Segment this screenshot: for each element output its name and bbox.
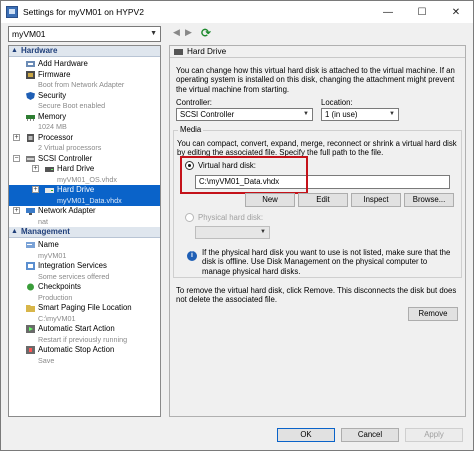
hard-drive-icon (45, 167, 54, 172)
location-select[interactable]: 1 (in use) ▼ (321, 108, 399, 121)
close-button[interactable]: ✕ (439, 1, 473, 23)
window-controls: — ☐ ✕ (371, 1, 473, 23)
refresh-icon[interactable]: ⟳ (201, 26, 214, 40)
tree-item-security[interactable]: Security Secure Boot enabled (9, 91, 160, 112)
tree-item-hard-drive-data[interactable]: + Hard Drive myVM01_Data.vhdx (9, 185, 160, 206)
back-arrow-icon[interactable]: ◀ (173, 27, 180, 38)
add-hardware-icon (26, 61, 35, 67)
controller-label: Controller: (176, 98, 212, 107)
shield-icon (26, 91, 35, 100)
hard-drive-settings-panel: Hard Drive You can change how this virtu… (169, 45, 466, 417)
remove-button[interactable]: Remove (408, 307, 458, 321)
automatic-start-icon (26, 325, 35, 333)
browse-button[interactable]: Browse... (404, 193, 454, 207)
tree-item-automatic-start[interactable]: Automatic Start Action Restart if previo… (9, 324, 160, 345)
apply-button[interactable]: Apply (405, 428, 463, 442)
chevron-down-icon: ▼ (260, 229, 266, 235)
automatic-stop-icon (26, 346, 35, 354)
media-group-title: Media (178, 125, 204, 134)
physical-hard-disk-radio[interactable] (185, 213, 194, 222)
tree-item-processor[interactable]: + Processor 2 Virtual processors (9, 133, 160, 154)
integration-services-icon (26, 262, 35, 270)
settings-window: Settings for myVM01 on HYPV2 — ☐ ✕ myVM0… (0, 0, 474, 451)
location-label: Location: (321, 98, 353, 107)
collapse-minus-icon[interactable]: − (13, 154, 20, 162)
collapse-caret-icon: ▲ (11, 228, 18, 235)
minimize-button[interactable]: — (371, 1, 405, 23)
tree-item-integration-services[interactable]: Integration Services Some services offer… (9, 261, 160, 282)
folder-icon (26, 305, 35, 312)
checkpoint-icon (27, 283, 34, 291)
forward-arrow-icon[interactable]: ▶ (185, 27, 192, 38)
tree-item-checkpoints[interactable]: Checkpoints Production (9, 282, 160, 303)
window-title: Settings for myVM01 on HYPV2 (23, 7, 144, 17)
maximize-button[interactable]: ☐ (405, 1, 439, 23)
remove-description: To remove the virtual hard disk, click R… (176, 286, 457, 305)
expand-plus-icon[interactable]: + (32, 186, 39, 193)
hard-drive-icon (174, 49, 183, 55)
chevron-down-icon: ▼ (303, 111, 309, 117)
chevron-down-icon: ▼ (389, 111, 395, 117)
settings-app-icon (6, 6, 18, 18)
settings-tree: ▲ Hardware Add Hardware Firmware Boot fr… (8, 45, 161, 417)
cancel-button[interactable]: Cancel (341, 428, 399, 442)
media-description: You can compact, convert, expand, merge,… (177, 139, 457, 158)
attachment-description: You can change how this virtual hard dis… (176, 66, 455, 94)
title-bar: Settings for myVM01 on HYPV2 — ☐ ✕ (1, 1, 473, 23)
toolbar: myVM01 ▼ ◀ ▶ ⟳ (1, 23, 473, 45)
name-tag-icon (26, 242, 35, 248)
dialog-button-bar: OK Cancel Apply (1, 421, 473, 450)
expand-plus-icon[interactable]: + (13, 207, 20, 214)
physical-disk-info: If the physical hard disk you want to us… (202, 248, 451, 276)
inspect-button[interactable]: Inspect (351, 193, 401, 207)
edit-button[interactable]: Edit (298, 193, 348, 207)
network-adapter-icon (26, 208, 35, 215)
tree-item-name[interactable]: Name myVM01 (9, 240, 160, 261)
tree-item-smart-paging[interactable]: Smart Paging File Location C:\myVM01 (9, 303, 160, 324)
red-highlight-box (180, 156, 308, 194)
vm-selector[interactable]: myVM01 ▼ (8, 26, 161, 42)
tree-item-network-adapter[interactable]: + Network Adapter nat (9, 206, 160, 227)
vm-selector-value: myVM01 (12, 29, 46, 39)
memory-icon (26, 114, 35, 121)
firmware-icon (26, 70, 35, 79)
new-button[interactable]: New (245, 193, 295, 207)
physical-hard-disk-label: Physical hard disk: (198, 213, 264, 222)
expand-plus-icon[interactable]: + (32, 165, 39, 172)
tree-item-hard-drive-os[interactable]: + Hard Drive myVM01_OS.vhdx (9, 164, 160, 185)
hardware-section-header[interactable]: ▲ Hardware (9, 46, 160, 57)
panel-header: Hard Drive (170, 46, 465, 58)
physical-disk-select[interactable]: ▼ (195, 226, 270, 239)
hard-drive-icon (45, 188, 54, 193)
tree-item-scsi-controller[interactable]: − SCSI Controller (9, 154, 160, 165)
tree-item-memory[interactable]: Memory 1024 MB (9, 112, 160, 133)
chevron-down-icon: ▼ (150, 30, 157, 37)
controller-select[interactable]: SCSI Controller ▼ (176, 108, 313, 121)
management-section-header[interactable]: ▲ Management (9, 227, 160, 238)
info-icon: i (187, 251, 197, 261)
scsi-controller-icon (26, 155, 35, 162)
collapse-caret-icon: ▲ (11, 47, 18, 54)
tree-item-automatic-stop[interactable]: Automatic Stop Action Save (9, 345, 160, 366)
processor-icon (27, 133, 34, 142)
tree-item-firmware[interactable]: Firmware Boot from Network Adapter (9, 70, 160, 91)
tree-item-add-hardware[interactable]: Add Hardware (9, 59, 160, 70)
ok-button[interactable]: OK (277, 428, 335, 442)
expand-plus-icon[interactable]: + (13, 133, 20, 141)
